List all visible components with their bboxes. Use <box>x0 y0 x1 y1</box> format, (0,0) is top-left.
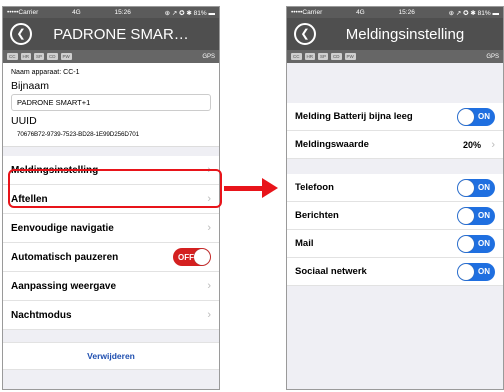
network-text: 4G <box>356 9 365 16</box>
sensor-chip: HR <box>20 53 31 60</box>
uuid-label: UUID <box>11 115 37 127</box>
device-name-label: Naam apparaat: <box>11 69 62 76</box>
toggle-knob <box>458 207 474 224</box>
chevron-right-icon: › <box>491 138 495 151</box>
page-title: Meldingsinstelling <box>345 25 465 43</box>
messages-notification-row: Berichten ON <box>287 202 503 230</box>
phone-notification-row: Telefoon ON <box>287 174 503 202</box>
sensor-chip: CD <box>331 53 342 60</box>
social-notification-row: Sociaal netwerk ON <box>287 258 503 286</box>
highlight-box <box>8 169 222 208</box>
list-item-label: Eenvoudige navigatie <box>11 222 114 234</box>
sensor-chip: CC <box>291 53 302 60</box>
list-item-label: Meldingswaarde <box>295 139 369 150</box>
settings-item-display-customization[interactable]: Aanpassing weergave › <box>3 272 219 301</box>
carrier-text: •••••Carrier <box>7 9 39 16</box>
arrow-right-icon <box>262 178 278 198</box>
toggle-knob <box>458 179 474 196</box>
delete-button[interactable]: Verwijderen <box>3 342 219 370</box>
battery-alert-toggle[interactable]: ON <box>457 107 495 126</box>
toggle-knob <box>458 235 474 252</box>
list-item-label: Mail <box>295 238 314 249</box>
sensor-chip: CC <box>7 53 18 60</box>
status-icons: ⊕ ↗ ✪ ✱ 81% ▬ <box>448 9 499 17</box>
device-name-value: CC-1 <box>63 69 80 76</box>
settings-item-simple-navigation[interactable]: Eenvoudige navigatie › <box>3 214 219 243</box>
mail-notification-row: Mail ON <box>287 230 503 258</box>
sensor-chip: SP <box>34 53 45 60</box>
status-bar: •••••Carrier 4G 15:26 ⊕ ↗ ✪ ✱ 81% ▬ <box>3 7 219 18</box>
arrow-shaft <box>224 186 264 191</box>
threshold-value: 20% <box>462 139 481 150</box>
chevron-right-icon: › <box>207 222 211 234</box>
navigation-bar: ❮ PADRONE SMAR… <box>3 18 219 50</box>
right-phone-screen: •••••Carrier 4G 15:26 ⊕ ↗ ✪ ✱ 81% ▬ ❮ Me… <box>286 6 504 390</box>
chevron-left-icon: ❮ <box>16 27 26 40</box>
nickname-label: Bijnaam <box>11 80 49 92</box>
back-button[interactable]: ❮ <box>10 23 32 45</box>
sensor-bar: CC HR SP CD PW GPS <box>287 50 503 63</box>
threshold-row[interactable]: Meldingswaarde 20% › <box>287 131 503 159</box>
list-item-label: Sociaal netwerk <box>295 266 367 277</box>
nickname-input[interactable]: PADRONE SMART+1 <box>11 94 211 111</box>
toggle-knob <box>458 108 474 125</box>
gps-indicator: GPS <box>486 53 499 60</box>
toggle-state-label: ON <box>478 211 490 220</box>
carrier-text: •••••Carrier <box>291 9 323 16</box>
time-text: 15:26 <box>398 9 415 16</box>
toggle-state-label: ON <box>478 183 490 192</box>
toggle-state-label: ON <box>478 267 490 276</box>
notification-types-list: Telefoon ON Berichten ON Mail ON Sociaal… <box>287 174 503 286</box>
page-title: PADRONE SMAR… <box>53 25 189 43</box>
network-text: 4G <box>72 9 81 16</box>
sensor-chip: CD <box>47 53 58 60</box>
auto-pause-toggle[interactable]: OFF <box>173 248 211 266</box>
chevron-right-icon: › <box>207 280 211 292</box>
sensor-chip: SP <box>318 53 329 60</box>
device-info-section: Naam apparaat: CC-1 Bijnaam PADRONE SMAR… <box>3 63 219 147</box>
time-text: 15:26 <box>114 9 131 16</box>
list-item-label: Nachtmodus <box>11 309 72 321</box>
list-item-label: Automatisch pauzeren <box>11 251 119 263</box>
toggle-state-label: ON <box>478 239 490 248</box>
social-notification-toggle[interactable]: ON <box>457 262 495 281</box>
toggle-knob <box>194 249 210 265</box>
back-button[interactable]: ❮ <box>294 23 316 45</box>
toggle-state-label: OFF <box>178 252 194 262</box>
settings-item-auto-pause: Automatisch pauzeren OFF <box>3 243 219 272</box>
device-name-row: Naam apparaat: CC-1 <box>11 69 211 76</box>
navigation-bar: ❮ Meldingsinstelling <box>287 18 503 50</box>
sensor-chip: PW <box>60 53 72 60</box>
sensor-chip: HR <box>304 53 315 60</box>
gps-indicator: GPS <box>202 53 215 60</box>
mail-notification-toggle[interactable]: ON <box>457 234 495 253</box>
settings-item-night-mode[interactable]: Nachtmodus › <box>3 301 219 330</box>
uuid-value: 70676B72-9739-7523-BD28-1E99D256D701 <box>17 131 140 138</box>
battery-settings-list: Melding Batterij bijna leeg ON Meldingsw… <box>287 103 503 159</box>
sensor-chip: PW <box>344 53 356 60</box>
toggle-state-label: ON <box>478 112 490 121</box>
toggle-knob <box>458 263 474 280</box>
list-item-label: Berichten <box>295 210 339 221</box>
messages-notification-toggle[interactable]: ON <box>457 206 495 225</box>
sensor-bar: CC HR SP CD PW GPS <box>3 50 219 63</box>
chevron-left-icon: ❮ <box>300 27 310 40</box>
battery-alert-row: Melding Batterij bijna leeg ON <box>287 103 503 131</box>
list-item-label: Telefoon <box>295 182 334 193</box>
status-bar: •••••Carrier 4G 15:26 ⊕ ↗ ✪ ✱ 81% ▬ <box>287 7 503 18</box>
list-item-label: Melding Batterij bijna leeg <box>295 111 413 122</box>
phone-notification-toggle[interactable]: ON <box>457 178 495 197</box>
status-icons: ⊕ ↗ ✪ ✱ 81% ▬ <box>164 9 215 17</box>
list-item-label: Aanpassing weergave <box>11 280 117 292</box>
chevron-right-icon: › <box>207 309 211 321</box>
